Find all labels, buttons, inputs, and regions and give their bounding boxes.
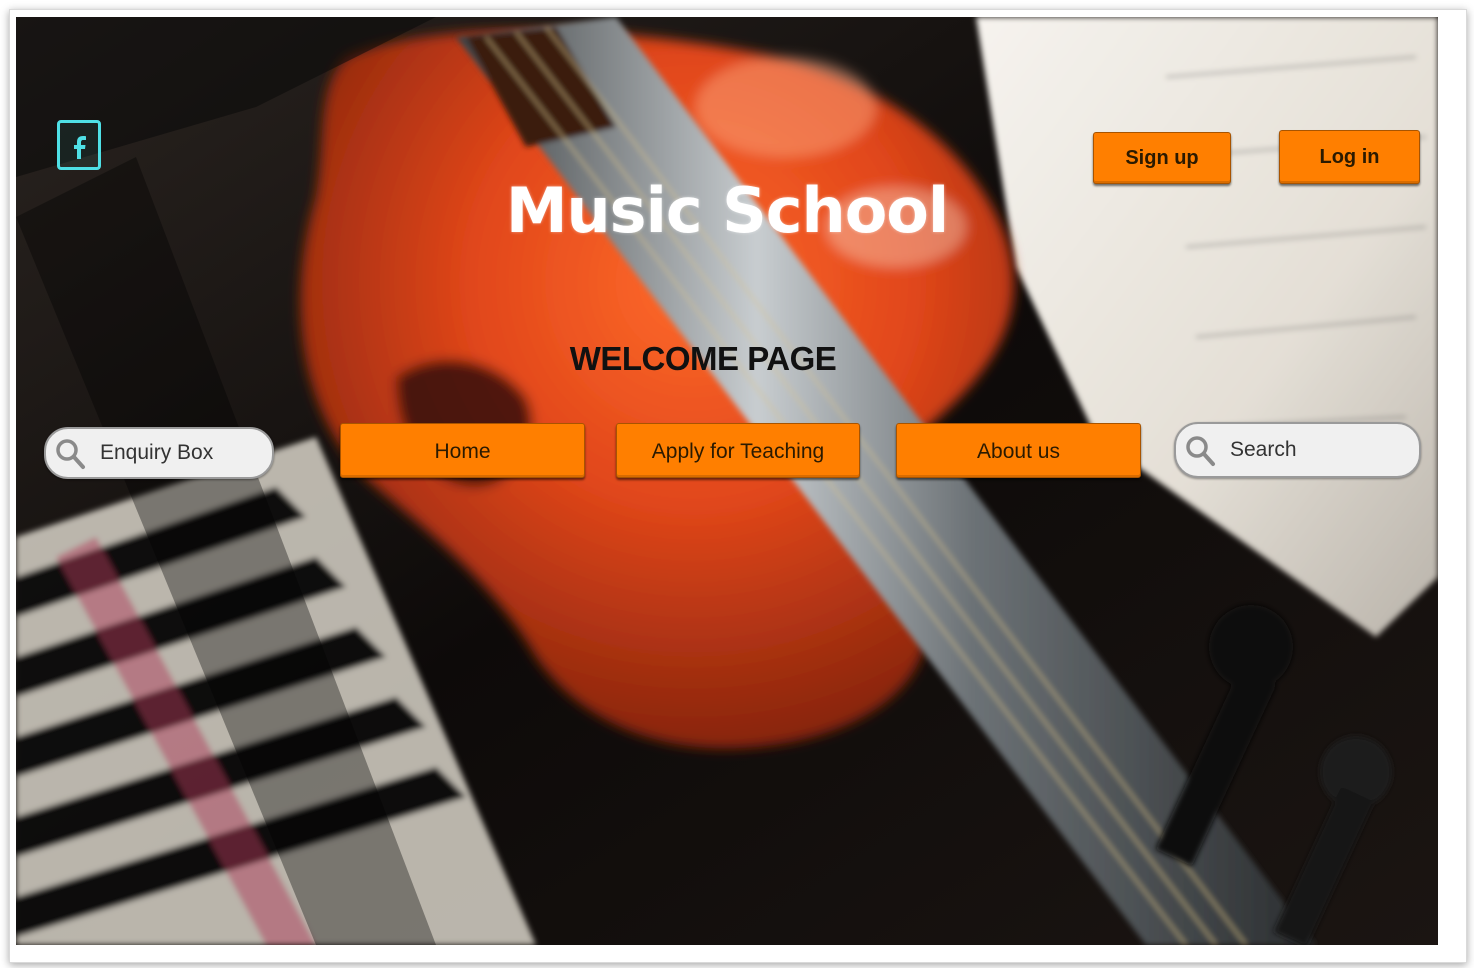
site-title: Music School (505, 174, 949, 247)
facebook-icon (74, 136, 86, 159)
signup-button[interactable]: Sign up (1093, 132, 1231, 184)
search-box (1174, 422, 1421, 478)
nav-home-button[interactable]: Home (340, 423, 585, 478)
magnifier-icon (56, 439, 85, 469)
hero-banner: Music School WELCOME PAGE Sign up Log in… (16, 17, 1438, 945)
login-button[interactable]: Log in (1279, 130, 1420, 184)
search-input[interactable] (1228, 434, 1382, 466)
nav-about-button[interactable]: About us (896, 423, 1141, 478)
enquiry-box (44, 427, 274, 479)
search-icon (1186, 436, 1215, 466)
enquiry-input[interactable] (98, 437, 252, 469)
welcome-heading: WELCOME PAGE (569, 340, 837, 377)
facebook-link[interactable] (57, 120, 101, 170)
nav-apply-teaching-button[interactable]: Apply for Teaching (616, 423, 860, 478)
